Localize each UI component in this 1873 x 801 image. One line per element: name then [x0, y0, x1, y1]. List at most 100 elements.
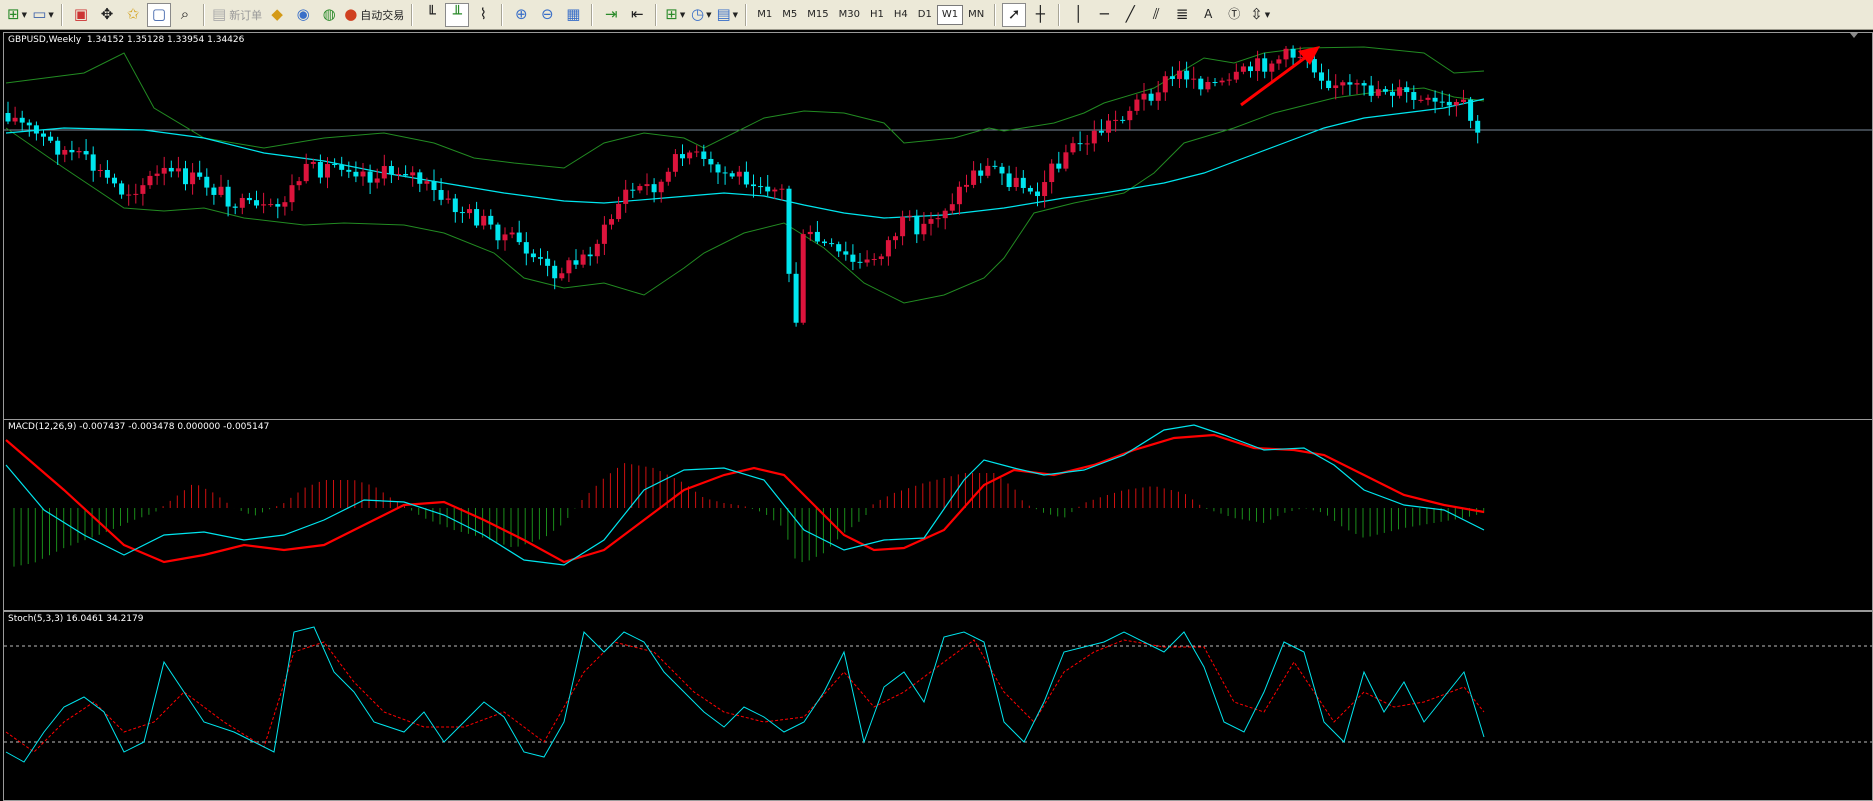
candlestick [999, 162, 1005, 185]
candle-body [310, 162, 316, 164]
candlestick [793, 262, 799, 327]
candle-body [751, 184, 756, 187]
candlestick [701, 144, 707, 167]
candlestick [680, 144, 685, 166]
candle-body [1425, 97, 1431, 100]
timeframe-m5-button[interactable]: M5 [777, 5, 802, 25]
candlestick [140, 178, 146, 206]
candle-body [474, 209, 480, 226]
vertical-line-icon: │ [1073, 5, 1083, 23]
metaeditor-button[interactable]: ◆ [265, 3, 289, 27]
data-window-button[interactable]: ✥ [95, 3, 119, 27]
horizontal-line-button[interactable]: ─ [1092, 3, 1116, 27]
autotrade-button[interactable]: ● 自动交易 [343, 3, 405, 27]
candle-body [133, 193, 139, 195]
price-chart[interactable] [4, 33, 1872, 419]
market-watch-icon: ▣ [73, 5, 89, 23]
candlestick-button[interactable]: ╨ [445, 2, 470, 27]
vertical-line-button[interactable]: │ [1066, 3, 1090, 27]
candle-body [729, 173, 735, 177]
candlestick [1077, 131, 1083, 152]
zoom-in-button[interactable]: ⊕ [509, 3, 533, 27]
main-toolbar: ⊞ ▼ ▭ ▼ ▣ ✥ ✩ ▢ ⌕ ▤ 新订单 ◆ ◉ ◍ ● 自动交易 ╙ ╨ ⌇ ⊕… [0, 0, 1873, 30]
fibonacci-button[interactable]: ≣ [1170, 3, 1194, 27]
candlestick [1070, 136, 1076, 155]
candlestick [1134, 94, 1140, 115]
trendline-button[interactable]: ╱ [1118, 3, 1142, 27]
candlestick [658, 179, 664, 203]
candlestick [1141, 82, 1147, 111]
separator [203, 3, 205, 26]
candle-body [161, 167, 167, 174]
candlestick [346, 161, 352, 178]
candle-body [1248, 66, 1253, 72]
macd-main-line [5, 424, 1485, 566]
candle-body [1404, 87, 1410, 93]
candle-body [360, 171, 366, 177]
timeframe-m15-button[interactable]: M15 [802, 5, 833, 25]
strategy-tester-button[interactable]: ⌕ [173, 3, 197, 27]
text-label-button[interactable]: Ⓣ [1222, 3, 1246, 27]
candlestick [964, 174, 969, 193]
line-chart-button[interactable]: ⌇ [471, 3, 495, 27]
candle-body [1063, 152, 1069, 169]
candlestick [1340, 80, 1346, 95]
new-chart-button[interactable]: ⊞ ▼ [5, 3, 29, 27]
candle-body [1390, 91, 1395, 96]
timeframe-d1-button[interactable]: D1 [913, 5, 937, 25]
price-chart-panel[interactable]: GBPUSD,Weekly 1.34152 1.35128 1.33954 1.… [3, 32, 1873, 420]
candlestick [69, 140, 75, 161]
candle-body [1070, 143, 1076, 153]
timeframe-h4-button[interactable]: H4 [889, 5, 913, 25]
timeframe-m1-button[interactable]: M1 [752, 5, 777, 25]
arrows-button[interactable]: ⇳ ▼ [1248, 3, 1272, 27]
candle-body [1134, 99, 1140, 111]
candle-body [1375, 89, 1381, 96]
text-button[interactable]: A [1196, 3, 1220, 27]
timeframe-w1-button[interactable]: W1 [936, 4, 964, 25]
equidistant-channel-button[interactable]: ⫽ [1144, 3, 1168, 27]
signals-button[interactable]: ◍ [317, 3, 341, 27]
candlestick [452, 193, 458, 223]
templates-button[interactable]: ▤ ▼ [715, 3, 739, 27]
candle-body [83, 151, 89, 155]
candle-body [1326, 80, 1332, 89]
chart-shift-button[interactable]: ⇤ [625, 3, 649, 27]
periods-button[interactable]: ◷ ▼ [689, 3, 713, 27]
tile-windows-button[interactable]: ▦ [561, 3, 585, 27]
macd-panel[interactable]: MACD(12,26,9) -0.007437 -0.003478 0.0000… [3, 419, 1873, 611]
auto-scroll-button[interactable]: ⇥ [599, 3, 623, 27]
candle-body [495, 224, 501, 241]
chart-shift-marker[interactable] [1850, 33, 1858, 38]
candlestick [268, 198, 274, 207]
timeframe-h1-button[interactable]: H1 [865, 5, 889, 25]
candlestick [1326, 69, 1332, 91]
candlestick [218, 174, 224, 198]
stochastic-chart[interactable] [4, 612, 1872, 801]
candlestick [878, 253, 884, 266]
candle-body [1106, 120, 1111, 133]
macd-chart[interactable] [4, 420, 1872, 610]
candle-body [1269, 63, 1275, 72]
timeframe-m30-button[interactable]: M30 [834, 5, 865, 25]
candlestick [317, 154, 323, 184]
zoom-out-button[interactable]: ⊖ [535, 3, 559, 27]
candlestick [1013, 166, 1019, 191]
new-order-button[interactable]: ▤ 新订单 [211, 3, 263, 27]
crosshair-button[interactable]: ┼ [1028, 3, 1052, 27]
stoch-label: Stoch(5,3,3) 16.0461 34.2179 [8, 614, 144, 624]
candlestick [239, 193, 245, 215]
candlestick [190, 163, 196, 195]
cursor-button[interactable]: ➚ [1002, 2, 1027, 27]
indicators-button[interactable]: ⊞ ▼ [663, 3, 687, 27]
bar-chart-button[interactable]: ╙ [419, 3, 443, 27]
community-button[interactable]: ◉ [291, 3, 315, 27]
line-chart-icon: ⌇ [479, 5, 487, 23]
candle-body [644, 184, 650, 187]
market-watch-button[interactable]: ▣ [69, 3, 93, 27]
timeframe-mn-button[interactable]: MN [963, 5, 989, 25]
navigator-button[interactable]: ✩ [121, 3, 145, 27]
terminal-button[interactable]: ▢ [147, 2, 171, 27]
stochastic-panel[interactable]: Stoch(5,3,3) 16.0461 34.2179 [3, 611, 1873, 801]
profiles-button[interactable]: ▭ ▼ [31, 3, 55, 27]
